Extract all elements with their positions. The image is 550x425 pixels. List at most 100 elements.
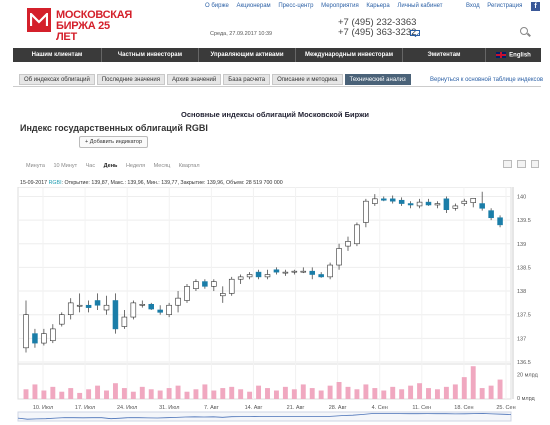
volume-bar [59,391,65,399]
candle-body [488,210,494,219]
candle-body [273,269,280,273]
toplink-career[interactable]: Карьера [366,3,389,9]
candle-body [166,304,172,316]
toplink-events[interactable]: Мероприятия [321,3,359,9]
candle-body [85,304,92,308]
phone-2: +7 (495) 363-3232 [338,27,417,38]
volume-bar [202,384,208,399]
candle-body [407,203,414,206]
x-tick-label: 31. Июл [159,405,179,411]
toplink-shareholders[interactable]: Акционерам [236,3,270,9]
facebook-icon[interactable]: f [531,2,540,11]
candle-body [291,270,298,273]
english-label: English [509,52,531,59]
candle-body [398,199,405,204]
fullscreen-icon[interactable] [531,160,539,168]
candle-body [184,286,190,301]
y-tick-label: 138.5 [517,265,531,271]
register-link[interactable]: Регистрация [487,3,522,9]
volume-bar [265,388,270,399]
volume-bar [497,379,503,399]
scale-icon[interactable] [517,160,526,168]
candle-body [425,201,432,206]
candle-body [94,300,101,306]
volume-bar [381,390,387,399]
back-to-table-link[interactable]: Вернуться к основной таблице индексов [430,77,543,83]
tab-archive[interactable]: Архив значений [167,74,222,85]
period-hour[interactable]: Час [86,163,95,169]
tabs-divider [13,86,541,87]
nav-item-international[interactable]: Международным инвесторам [296,52,402,58]
period-month[interactable]: Месяц [154,163,171,169]
index-title: Индекс государственных облигаций RGBI [20,123,208,133]
nav-item-private-investors[interactable]: Частным инвесторам [102,52,198,58]
volume-bar [121,388,127,399]
nav-item-clients[interactable]: Нашим клиентам [13,52,101,58]
volume-bar [452,384,458,399]
volume-bar [193,389,199,399]
period-selector: Минута 10 Минут Час День Неделя Месяц Кв… [26,163,207,169]
tab-methodology[interactable]: Описание и методика [272,74,343,85]
volume-bar [175,385,181,399]
volume-bar [372,388,378,399]
tab-technical-analysis[interactable]: Технический анализ [344,74,411,85]
tab-last-values[interactable]: Последние значения [96,74,166,85]
volume-bar [68,388,74,399]
add-indicator-button[interactable]: + Добавить индикатор [79,136,149,148]
candle-body [497,217,503,226]
period-minute[interactable]: Минута [26,163,45,169]
moex-logo[interactable] [27,8,51,32]
toplink-cabinet[interactable]: Личный кабинет [397,3,442,9]
toplink-about[interactable]: О бирже [205,3,229,9]
candle-body [76,304,83,307]
period-week[interactable]: Неделя [126,163,145,169]
candle-body [246,274,253,278]
ohlc-ticker: RGBI [48,180,62,186]
login-link[interactable]: Вход [466,3,480,9]
logo-text[interactable]: МОСКОВСКАЯ БИРЖА 25 ЛЕТ [56,10,132,43]
y-tick-label: 137.5 [517,313,531,319]
candle-body [50,328,56,342]
x-tick-label: 21. Авг [287,405,305,411]
candle-body [479,203,485,209]
volume-bar [363,384,369,399]
mail-icon[interactable] [410,30,420,36]
nav-item-asset-managers[interactable]: Управляющим активами [199,52,295,58]
period-10min[interactable]: 10 Минут [54,163,78,169]
candle-body [193,281,199,289]
volume-bar [86,389,92,399]
candle-body [59,314,65,325]
period-quarter[interactable]: Квартал [179,163,200,169]
volume-bar [139,386,145,399]
volume-bar [104,390,109,399]
volume-bar [23,389,29,399]
period-day[interactable]: День [104,163,118,169]
volume-bar [291,389,297,399]
candle-body [41,333,47,344]
volume-bar [479,388,485,399]
volume-bar [488,385,494,399]
candle-body [416,201,423,207]
candle-body [67,302,74,316]
nav-item-issuers[interactable]: Эмитентам [403,52,485,58]
candle-body [103,304,110,311]
volume-tick-label: 0 млрд [517,396,536,402]
chart-type-icon[interactable] [503,160,512,168]
tab-base[interactable]: База расчета [223,74,271,85]
y-tick-label: 137 [517,336,526,342]
x-tick-label: 28. Авг [329,405,347,411]
x-tick-label: 14. Авг [245,405,263,411]
candle-body [130,302,137,318]
nav-item-english[interactable]: English [486,51,541,59]
search-icon[interactable] [520,27,528,35]
price-chart[interactable]: 140 139.5 139 138.5 138 137.5 137 136.5 10. Июл 1… [13,187,543,425]
candle-body [121,316,128,327]
tab-about-indices[interactable]: Об индексах облигаций [19,74,95,85]
volume-bar [211,390,217,399]
volume-bar [390,386,396,399]
volume-bar [327,385,333,399]
volume-bar [256,385,262,399]
volume-bar [443,386,449,399]
volume-bar [408,385,414,399]
toplink-press[interactable]: Пресс-центр [278,3,313,9]
